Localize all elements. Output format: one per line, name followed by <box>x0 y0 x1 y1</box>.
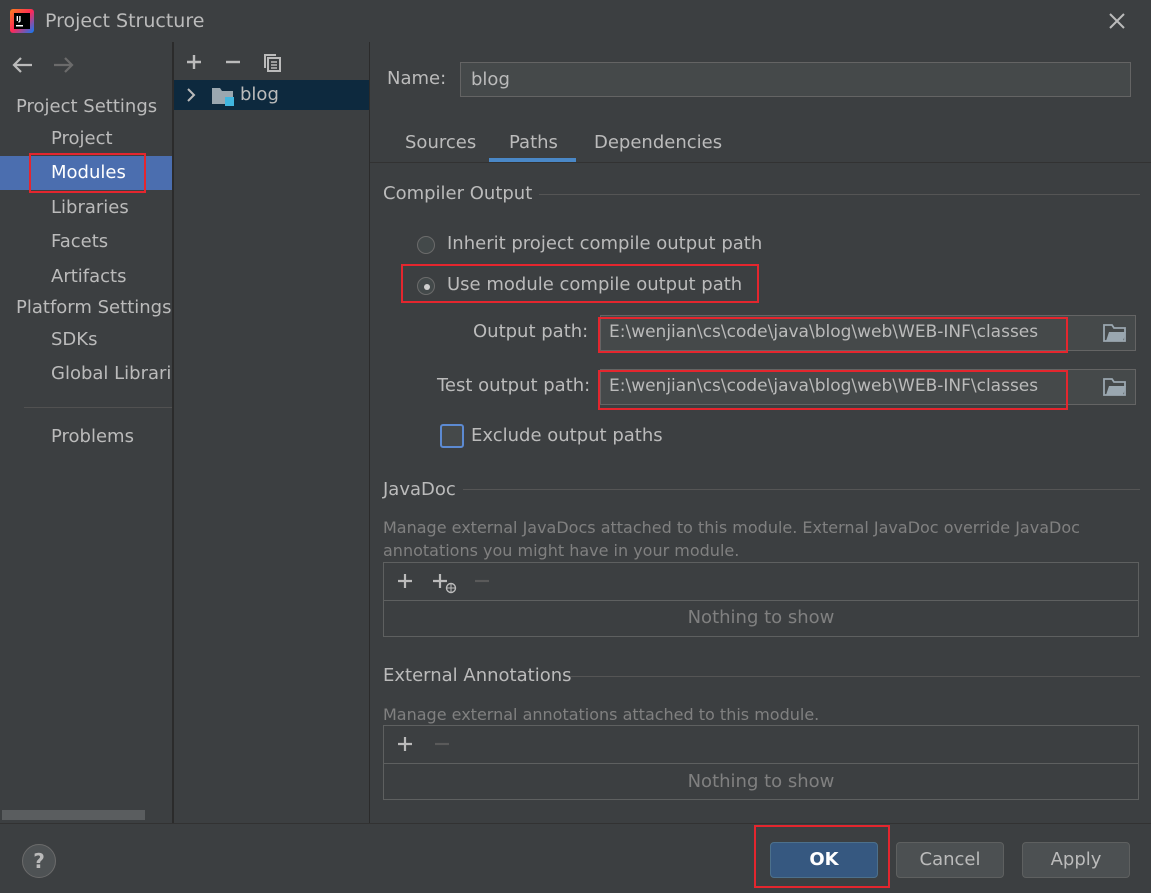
chevron-right-icon[interactable] <box>184 87 198 103</box>
add-icon[interactable] <box>184 52 204 72</box>
section-separator <box>539 194 1140 195</box>
sidebar-item-label: Libraries <box>51 197 129 218</box>
highlight-box-ok <box>754 825 890 888</box>
name-label: Name: <box>387 68 447 89</box>
javadoc-title: JavaDoc <box>383 479 456 500</box>
help-button[interactable]: ? <box>22 844 56 878</box>
tree-divider <box>369 42 370 823</box>
sidebar-item-label: Project <box>51 128 113 149</box>
forward-arrow-icon[interactable] <box>50 54 76 76</box>
add-icon[interactable] <box>396 735 414 753</box>
cancel-button[interactable]: Cancel <box>896 842 1004 878</box>
module-tree-panel <box>174 42 369 823</box>
external-annotations-toolbar <box>384 726 1138 764</box>
javadoc-empty-text: Nothing to show <box>687 607 835 628</box>
remove-icon[interactable] <box>223 52 243 72</box>
sidebar-item-problems[interactable]: Problems <box>0 420 172 454</box>
javadoc-description-line2: annotations you might have in your modul… <box>383 541 740 560</box>
sidebar-horizontal-scrollbar[interactable] <box>2 810 145 820</box>
highlight-box-test-output-path <box>598 370 1068 410</box>
javadoc-list-panel: Nothing to show <box>383 562 1139 637</box>
close-icon[interactable] <box>1104 8 1130 34</box>
tree-item-label: blog <box>240 84 279 105</box>
apply-button[interactable]: Apply <box>1022 842 1130 878</box>
output-path-label: Output path: <box>473 321 589 342</box>
remove-icon[interactable] <box>473 572 491 590</box>
sidebar-item-label: Artifacts <box>51 266 127 287</box>
remove-icon[interactable] <box>433 735 451 753</box>
browse-folder-icon[interactable] <box>1103 377 1127 397</box>
exclude-output-paths-checkbox[interactable] <box>440 424 464 448</box>
section-separator <box>463 489 1140 490</box>
highlight-box-modules <box>29 153 146 193</box>
external-annotations-list-panel: Nothing to show <box>383 725 1139 800</box>
project-settings-header: Project Settings <box>16 96 158 117</box>
sidebar-separator <box>24 407 172 408</box>
svg-text:IJ: IJ <box>16 15 21 23</box>
module-name-input[interactable]: blog <box>460 62 1131 97</box>
sidebar-item-label: Facets <box>51 231 109 252</box>
javadoc-description-line1: Manage external JavaDocs attached to thi… <box>383 518 1080 537</box>
section-separator <box>570 676 1140 677</box>
highlight-box-output-path <box>598 317 1068 353</box>
window-title: Project Structure <box>45 10 205 32</box>
inherit-output-path-radio[interactable] <box>417 236 435 254</box>
module-folder-icon <box>212 88 234 106</box>
external-annotations-title: External Annotations <box>383 665 572 686</box>
exclude-output-paths-label[interactable]: Exclude output paths <box>471 425 663 446</box>
tab-dependencies[interactable]: Dependencies <box>594 130 722 162</box>
sidebar-item-project[interactable]: Project <box>0 122 172 156</box>
inherit-output-path-label[interactable]: Inherit project compile output path <box>447 233 762 254</box>
back-arrow-icon[interactable] <box>10 54 36 76</box>
tab-divider <box>370 162 1151 163</box>
sidebar-item-libraries[interactable]: Libraries <box>0 191 172 225</box>
copy-icon[interactable] <box>262 51 282 73</box>
compiler-output-title: Compiler Output <box>383 183 533 204</box>
test-output-path-label: Test output path: <box>437 375 591 396</box>
external-annotations-description: Manage external annotations attached to … <box>383 705 820 724</box>
sidebar-item-facets[interactable]: Facets <box>0 225 172 259</box>
sidebar-item-label: Global Libraries <box>51 363 172 384</box>
add-icon[interactable] <box>396 572 414 590</box>
external-annotations-empty-text: Nothing to show <box>687 771 835 792</box>
highlight-box-module-output <box>401 264 759 303</box>
add-url-icon[interactable] <box>431 572 457 594</box>
intellij-logo-icon: IJ <box>10 9 34 33</box>
sidebar-item-artifacts[interactable]: Artifacts <box>0 260 172 294</box>
javadoc-toolbar <box>384 563 1138 601</box>
sidebar-item-sdks[interactable]: SDKs <box>0 323 172 357</box>
sidebar-item-label: Problems <box>51 426 134 447</box>
platform-settings-header: Platform Settings <box>16 297 172 318</box>
sidebar-item-label: SDKs <box>51 329 98 350</box>
tab-sources[interactable]: Sources <box>405 130 476 162</box>
browse-folder-icon[interactable] <box>1103 323 1127 343</box>
sidebar-item-global-libraries[interactable]: Global Libraries <box>0 357 172 391</box>
